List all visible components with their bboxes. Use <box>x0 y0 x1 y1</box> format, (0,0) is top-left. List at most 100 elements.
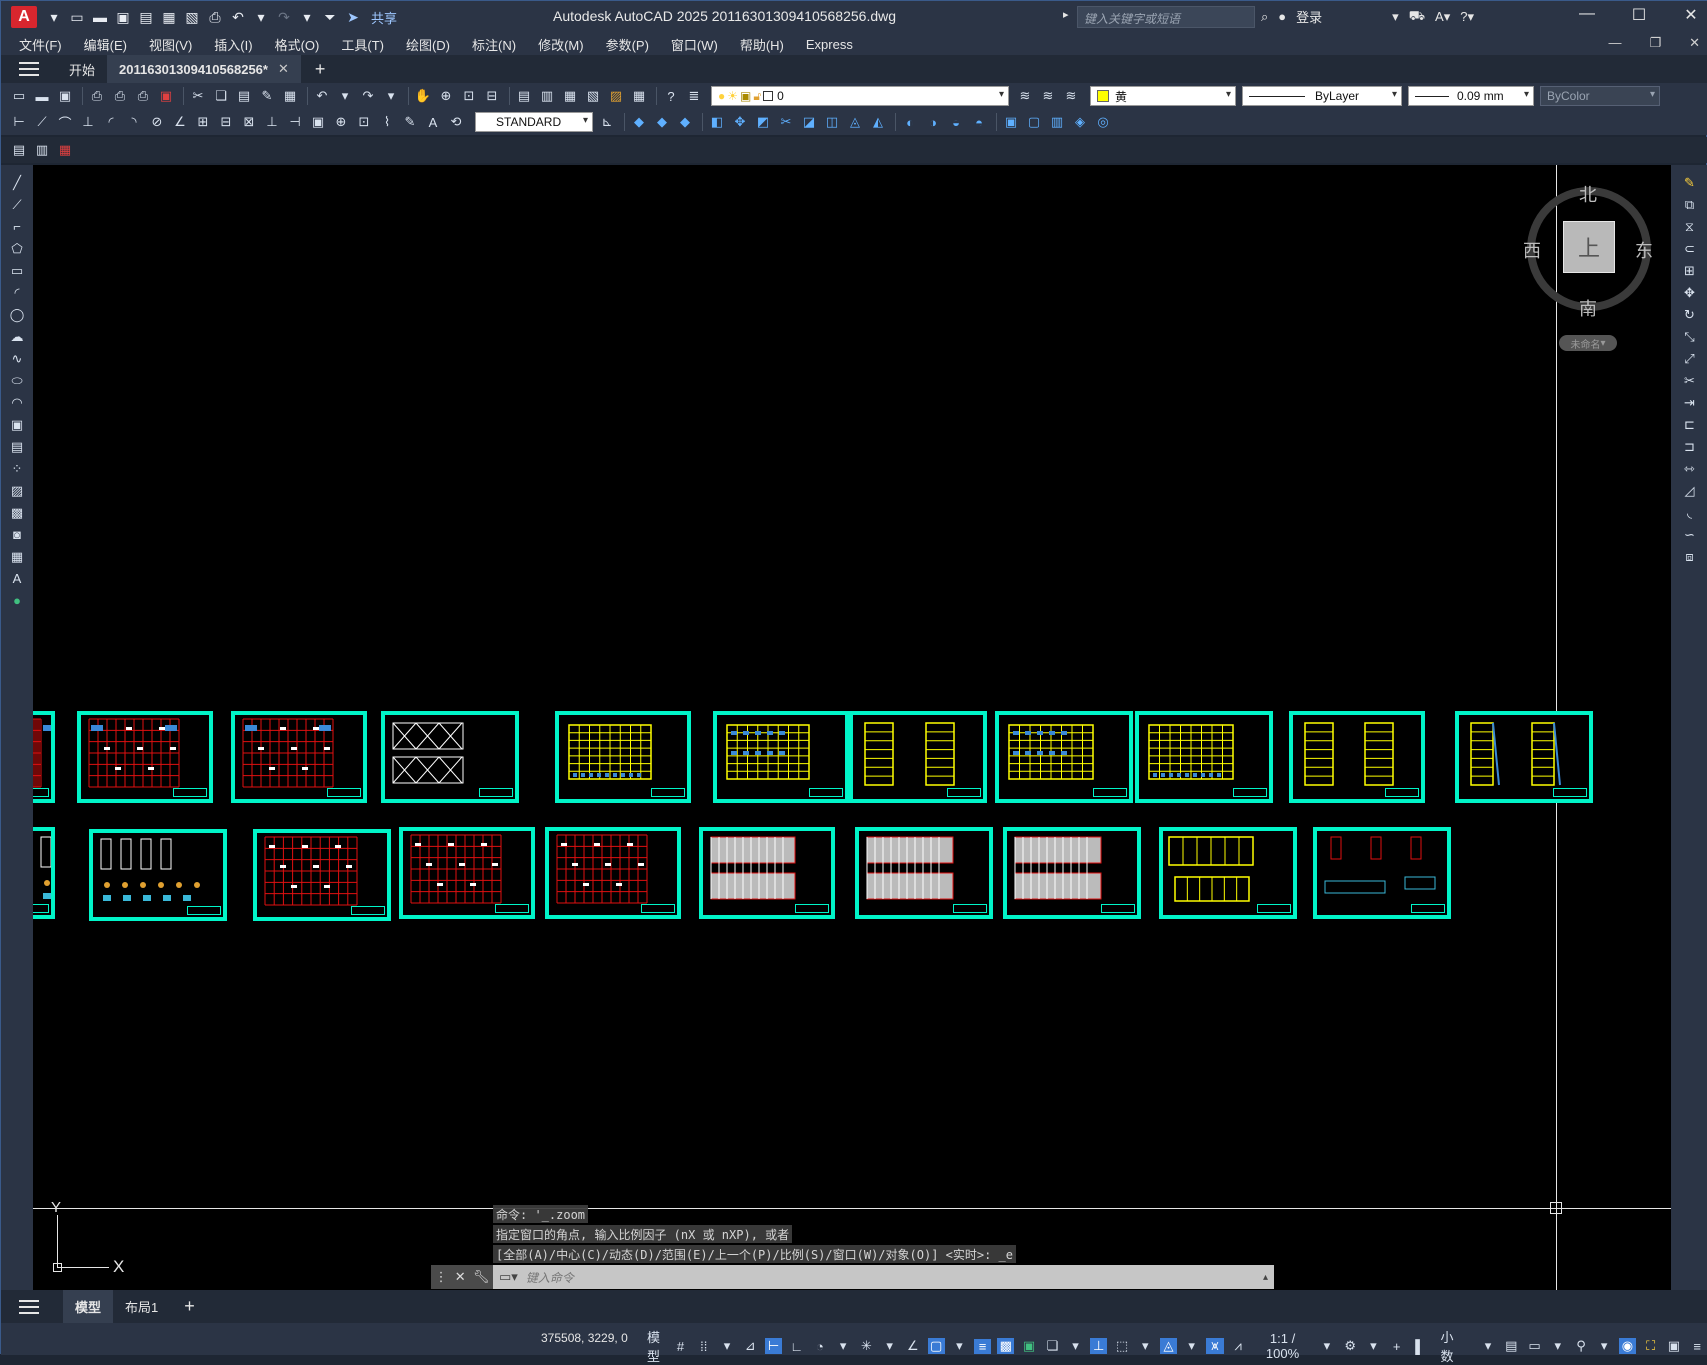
drawing-canvas[interactable]: Y X <box>33 165 1671 1290</box>
aligned-dimension-icon[interactable]: ⟋ <box>32 112 52 132</box>
menu-edit[interactable]: 编辑(E) <box>84 35 127 54</box>
drawing-sheet[interactable] <box>1159 827 1297 919</box>
doc-close-icon[interactable]: ✕ <box>1689 35 1700 51</box>
units-icon[interactable]: ▌ <box>1411 1339 1428 1354</box>
save-icon[interactable]: ▣ <box>114 8 132 26</box>
lineweight-icon[interactable]: ≡ <box>973 1338 992 1354</box>
point-icon[interactable]: ⁘ <box>8 459 26 478</box>
view-front-icon[interactable]: ▣ <box>1001 112 1021 132</box>
object-snap-dropdown-icon[interactable]: ▾ <box>951 1338 968 1354</box>
drawing-sheet[interactable] <box>399 827 535 919</box>
drawing-sheet[interactable] <box>699 827 835 919</box>
fillet-icon[interactable]: ◟ <box>1681 503 1699 522</box>
drawing-sheet[interactable] <box>849 711 987 803</box>
hamburger-menu-icon[interactable] <box>19 62 39 76</box>
publish-icon[interactable]: ⎙ <box>133 86 153 106</box>
spline-icon[interactable]: ∿ <box>8 349 26 368</box>
jogged-linear-icon[interactable]: ⌇ <box>377 112 397 132</box>
dimension-edit-icon[interactable]: ✎ <box>400 112 420 132</box>
app-logo[interactable]: A <box>11 6 37 28</box>
login-dropdown-icon[interactable]: ▾ <box>1392 9 1399 25</box>
chamfer-icon[interactable]: ◿ <box>1681 481 1699 500</box>
plot-preview-icon[interactable]: ⎙ <box>110 86 130 106</box>
isolate-dropdown-icon[interactable]: ▾ <box>1596 1338 1613 1354</box>
move-icon[interactable]: ✥ <box>1681 283 1699 302</box>
add-selected-icon[interactable]: ● <box>8 591 26 610</box>
gizmo-icon[interactable]: ◬ <box>1159 1338 1178 1354</box>
cut-icon[interactable]: ✂ <box>188 86 208 106</box>
search-icon[interactable]: ⌕ <box>1261 9 1268 25</box>
slice-icon[interactable]: ✂ <box>776 112 796 132</box>
export-icon[interactable]: ▧ <box>183 8 201 26</box>
doc-restore-icon[interactable]: ❐ <box>1649 35 1661 51</box>
radius-icon[interactable]: ◜ <box>101 112 121 132</box>
multiline-text-icon[interactable]: A <box>8 569 26 588</box>
join-icon[interactable]: ⇿ <box>1681 459 1699 478</box>
union-icon[interactable]: ◆ <box>652 112 672 132</box>
dynamic-ucs-icon[interactable]: ⊥ <box>1090 1338 1108 1354</box>
login-button[interactable]: 登录 <box>1296 7 1322 26</box>
lock-icon[interactable]: 🔓︎ <box>753 89 761 104</box>
viewcube-top-face[interactable]: 上 <box>1563 221 1615 273</box>
sun-icon[interactable]: ☀ <box>727 89 738 103</box>
table-icon[interactable]: ▦ <box>8 547 26 566</box>
transparency-icon[interactable]: ▩ <box>997 1338 1015 1354</box>
block-editor-icon[interactable]: ▦ <box>280 86 300 106</box>
tool-palettes-icon[interactable]: ▦ <box>560 86 580 106</box>
viewport-freeze-icon[interactable]: ▣ <box>740 89 751 103</box>
drawing-sheet[interactable] <box>77 711 213 803</box>
continue-icon[interactable]: ⊠ <box>239 112 259 132</box>
menu-parametric[interactable]: 参数(P) <box>606 35 649 54</box>
tolerance-icon[interactable]: ▣ <box>308 112 328 132</box>
layer-properties-icon[interactable]: ≣ <box>684 86 704 106</box>
insert-block-icon[interactable]: ▣ <box>8 415 26 434</box>
infer-constraints-icon[interactable]: ⊿ <box>742 1338 759 1354</box>
cursor-coordinates[interactable]: 375508, 3229, 0 <box>541 1331 628 1345</box>
baseline-icon[interactable]: ⊟ <box>216 112 236 132</box>
customize-wrench-icon[interactable]: 🔧︎ <box>473 1269 490 1285</box>
units-dropdown-icon[interactable]: ▾ <box>1479 1338 1496 1354</box>
center-mark-icon[interactable]: ⊕ <box>331 112 351 132</box>
polyline-icon[interactable]: ⌐ <box>8 217 26 236</box>
layout-menu-icon[interactable] <box>19 1299 39 1314</box>
undo-dropdown-icon[interactable]: ▾ <box>335 86 355 106</box>
menu-help[interactable]: 帮助(H) <box>740 35 784 54</box>
arc-icon[interactable]: ◜ <box>8 283 26 302</box>
dropdown-icon[interactable]: ▾ <box>45 8 63 26</box>
blend-icon[interactable]: ∽ <box>1681 525 1699 544</box>
erase-icon[interactable]: ✎ <box>1681 173 1699 192</box>
subtract-icon[interactable]: ◆ <box>675 112 695 132</box>
extrude-icon[interactable]: ◧ <box>707 112 727 132</box>
isodraft-dropdown-icon[interactable]: ▾ <box>881 1338 898 1354</box>
redo-icon[interactable]: ↷ <box>275 8 293 26</box>
3d-print-icon[interactable]: ▣ <box>156 86 176 106</box>
snap-icon[interactable]: ⁞⁞ <box>695 1339 712 1354</box>
snap-dropdown-icon[interactable]: ▾ <box>718 1338 735 1354</box>
new-file-icon[interactable]: ▭ <box>68 8 86 26</box>
customization-icon[interactable]: ≡ <box>1689 1339 1706 1354</box>
isolate-objects-icon[interactable]: ⚲ <box>1572 1338 1589 1354</box>
customize-icon[interactable]: ⏷ <box>321 8 339 26</box>
construction-line-icon[interactable]: ⟋ <box>8 195 26 214</box>
scale-dropdown-icon[interactable]: ▾ <box>1318 1338 1335 1354</box>
inspection-icon[interactable]: ⊡ <box>354 112 374 132</box>
materials-icon[interactable]: ◒ <box>946 112 966 132</box>
selection-cycling-icon[interactable]: ▣ <box>1020 1338 1037 1354</box>
rectangle-icon[interactable]: ▭ <box>8 261 26 280</box>
explode-icon[interactable]: ⧈ <box>1681 547 1699 566</box>
interfere-icon[interactable]: ◪ <box>799 112 819 132</box>
command-input[interactable]: 键入命令 <box>526 1269 574 1286</box>
dimension-text-edit-icon[interactable]: A <box>423 112 443 132</box>
plotstyle-dropdown[interactable]: ByColor ▾ <box>1540 86 1660 106</box>
rotate-3d-icon[interactable]: ◩ <box>753 112 773 132</box>
mirror-icon[interactable]: ⧖ <box>1681 217 1699 236</box>
angular-icon[interactable]: ∠ <box>170 112 190 132</box>
model-space-button[interactable]: 模型 <box>641 1327 666 1365</box>
array-icon[interactable]: ⊞ <box>1681 261 1699 280</box>
tab-close-icon[interactable]: ✕ <box>278 61 289 77</box>
isodraft-icon[interactable]: ✳ <box>858 1338 875 1354</box>
open-icon[interactable]: ▬ <box>32 86 52 106</box>
tab-document[interactable]: 20116301309410568256* ✕ <box>107 55 301 83</box>
drawing-sheet[interactable] <box>231 711 367 803</box>
share-icon[interactable]: ➤ <box>344 8 362 26</box>
